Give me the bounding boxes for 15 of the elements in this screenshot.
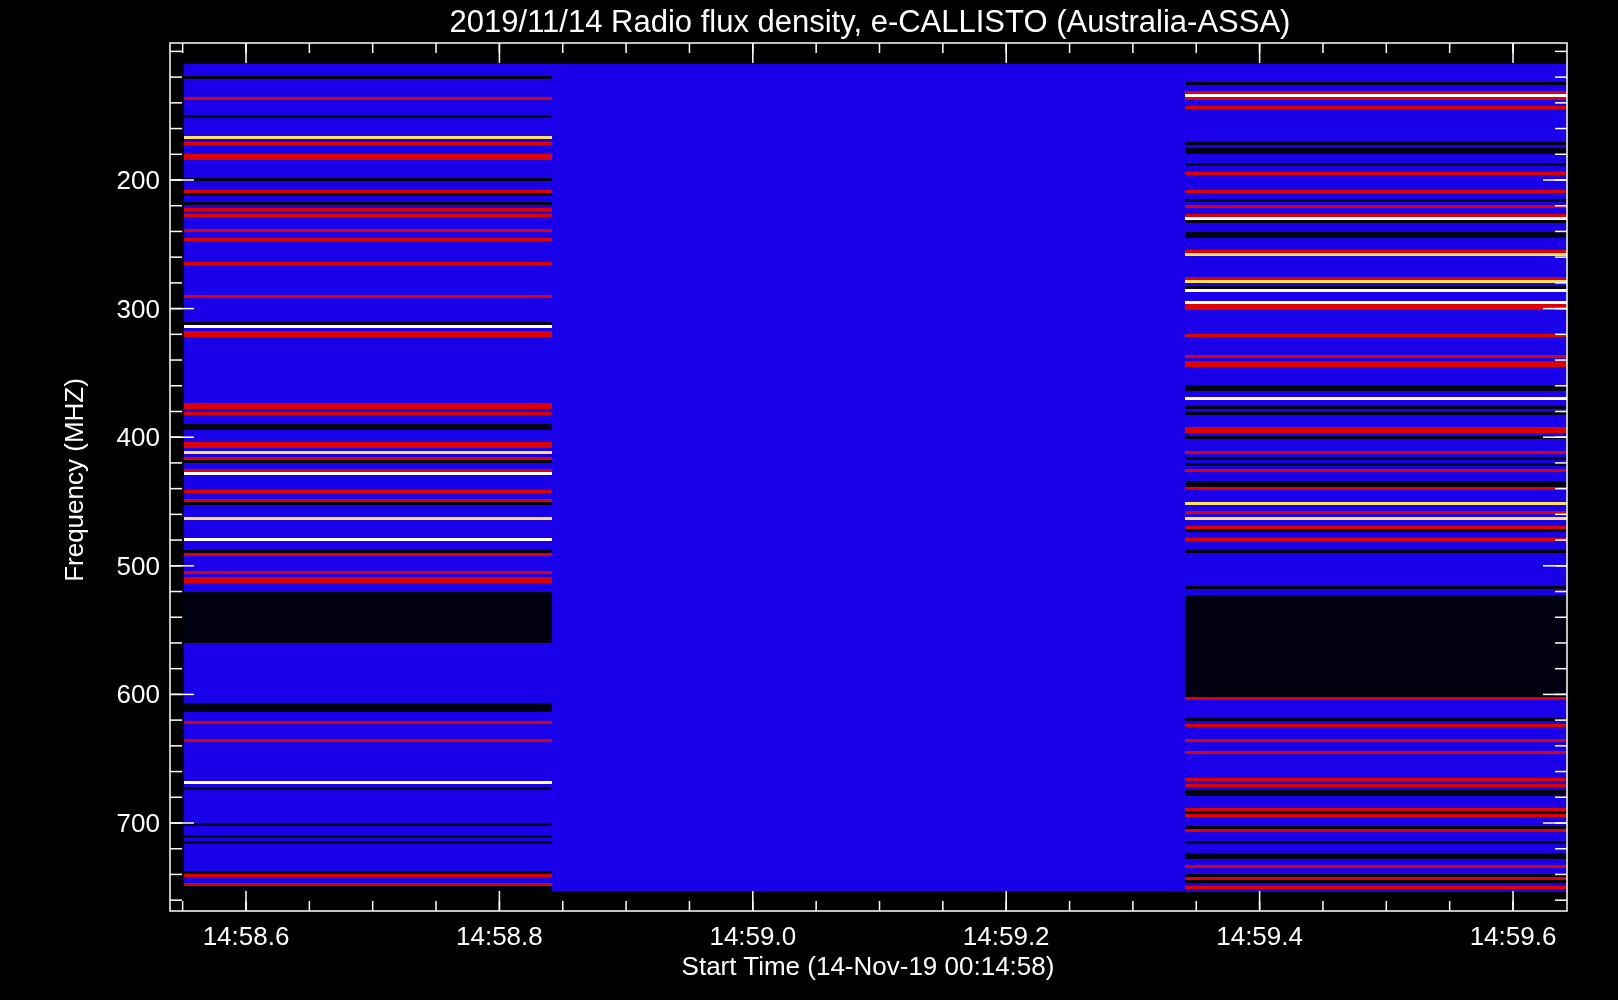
x-tick-label: 14:59.2 <box>962 921 1050 951</box>
x-tick-label: 14:59.6 <box>1469 921 1557 951</box>
x-tick-label: 14:58.8 <box>456 921 543 951</box>
chart-title: 2019/11/14 Radio flux density, e-CALLISTO (Australia-ASSA) <box>449 4 1291 39</box>
x-axis-label: Start Time (14-Nov-19 00:14:58) <box>681 951 1055 981</box>
y-tick-label: 700 <box>116 808 160 838</box>
y-tick-label: 500 <box>116 550 160 581</box>
y-axis-label: Frequency (MHZ) <box>59 378 89 582</box>
x-tick-label: 14:59.0 <box>709 921 797 951</box>
y-tick-label: 300 <box>116 293 160 324</box>
x-tick-label: 14:59.4 <box>1216 921 1303 951</box>
y-tick-label: 200 <box>116 165 160 195</box>
x-tick-label: 14:58.6 <box>202 921 290 951</box>
y-tick-label: 400 <box>116 422 160 453</box>
y-tick-label: 600 <box>116 679 160 710</box>
